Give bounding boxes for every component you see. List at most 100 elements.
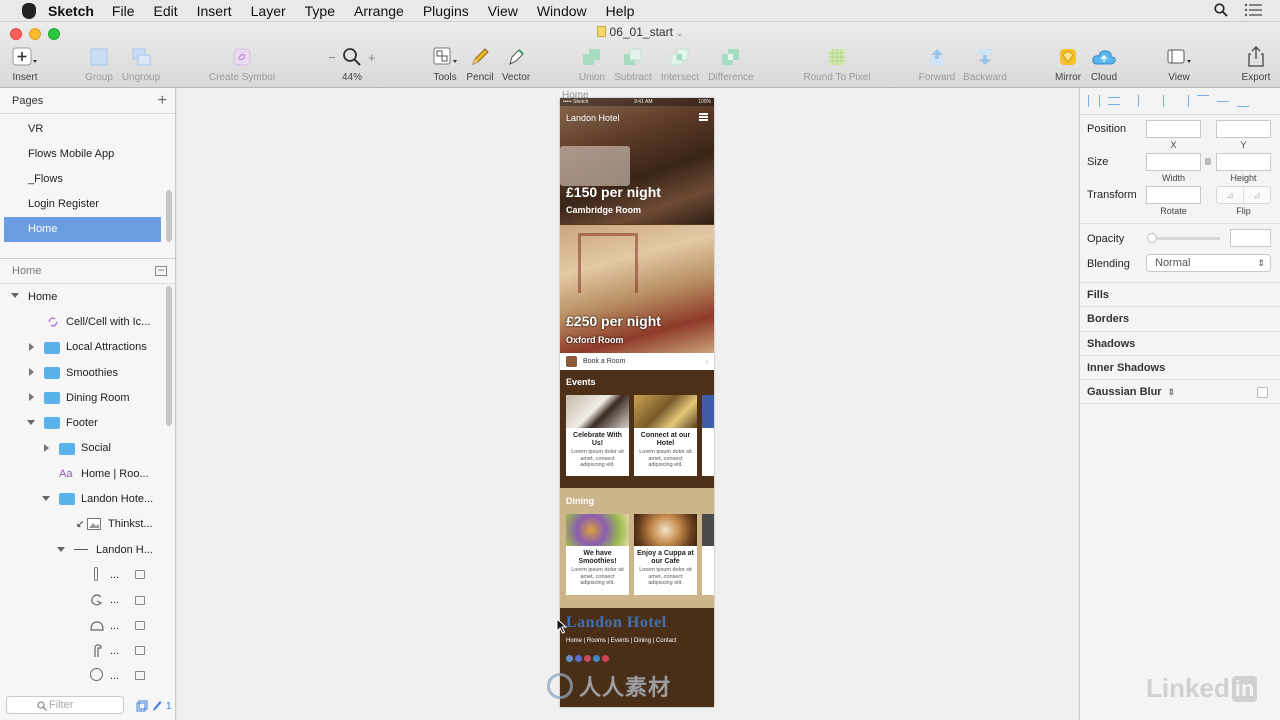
event-card[interactable]: Celebrate With Us! Lorem ipsum dolor sit… — [566, 395, 629, 476]
layer-row-local-attractions[interactable]: Local Attractions — [0, 335, 161, 360]
insert-button[interactable]: Insert — [8, 46, 42, 83]
apple-icon[interactable] — [22, 2, 36, 19]
borders-section[interactable]: Borders — [1080, 306, 1280, 331]
menu-type[interactable]: Type — [305, 3, 335, 19]
flip-vertical-icon[interactable]: ⊿ — [1244, 187, 1270, 203]
lock-ratio-icon[interactable] — [1205, 158, 1211, 165]
cloud-button[interactable]: Cloud — [1089, 46, 1119, 83]
layer-row-shape-1[interactable]: ... — [0, 562, 161, 587]
blur-enable-checkbox[interactable] — [1257, 387, 1268, 398]
social-icon-3[interactable] — [584, 655, 591, 662]
page-item-flows-mobile-app[interactable]: Flows Mobile App — [0, 142, 161, 167]
menu-insert[interactable]: Insert — [197, 3, 232, 19]
blending-select[interactable]: Normal ⇕ — [1146, 254, 1271, 272]
layers-scrollbar[interactable] — [166, 286, 172, 426]
align-middle-icon[interactable] — [1217, 100, 1229, 102]
layer-row-shape-5[interactable]: ... — [0, 663, 161, 688]
layer-link-icon[interactable] — [135, 671, 145, 681]
disclosure-closed-icon[interactable] — [29, 367, 34, 376]
layer-row-footer[interactable]: Footer — [0, 410, 161, 435]
menu-help[interactable]: Help — [606, 3, 635, 19]
page-item-flows[interactable]: _Flows — [0, 167, 161, 192]
menu-plugins[interactable]: Plugins — [423, 3, 469, 19]
menu-app-sketch[interactable]: Sketch — [48, 3, 94, 19]
layer-filter-field[interactable]: Filter — [6, 696, 124, 714]
blur-type-stepper-icon[interactable]: ⇕ — [1168, 387, 1176, 397]
width-field[interactable] — [1146, 153, 1201, 171]
layer-row-shape-3[interactable]: ... — [0, 613, 161, 638]
dining-card[interactable]: We have Smoothies! Lorem ipsum dolor sit… — [566, 514, 629, 595]
export-button[interactable]: Export — [1240, 46, 1272, 83]
layer-link-icon[interactable] — [135, 646, 145, 656]
layer-row-home[interactable]: Home — [0, 284, 161, 309]
opacity-field[interactable] — [1230, 229, 1271, 247]
dining-card-partial[interactable] — [702, 514, 714, 595]
disclosure-open-icon[interactable] — [42, 496, 50, 502]
intersect-button[interactable]: Intersect — [658, 46, 702, 83]
document-title[interactable]: 06_01_start ⌄ — [0, 25, 1280, 39]
social-icon-4[interactable] — [593, 655, 600, 662]
fills-section[interactable]: Fills — [1080, 282, 1280, 307]
group-button[interactable]: Group — [84, 46, 114, 83]
hamburger-menu-icon[interactable] — [699, 113, 708, 121]
spotlight-search-icon[interactable] — [1214, 3, 1228, 17]
layer-link-icon[interactable] — [135, 595, 145, 605]
page-item-vr[interactable]: VR — [0, 117, 161, 142]
menu-edit[interactable]: Edit — [153, 3, 177, 19]
union-button[interactable]: Union — [576, 46, 608, 83]
mirror-button[interactable]: Mirror — [1053, 46, 1083, 83]
disclosure-closed-icon[interactable] — [29, 342, 34, 351]
collapse-layers-icon[interactable] — [155, 266, 167, 276]
align-left-icon[interactable] — [1138, 95, 1150, 107]
rotate-field[interactable] — [1146, 186, 1201, 204]
layer-row-social[interactable]: Social — [0, 436, 161, 461]
room-card-oxford[interactable]: £250 per night Oxford Room — [560, 225, 714, 353]
opacity-slider[interactable] — [1147, 233, 1220, 243]
align-center-icon[interactable] — [1163, 95, 1164, 107]
zoom-control[interactable]: − + 44% — [324, 46, 380, 83]
disclosure-closed-icon[interactable] — [44, 443, 49, 452]
pencil-button[interactable]: Pencil — [466, 46, 494, 83]
book-room-cell[interactable]: Book a Room › — [560, 353, 714, 370]
layer-row-dining-room[interactable]: Dining Room — [0, 385, 161, 410]
disclosure-open-icon[interactable] — [57, 546, 65, 552]
menu-file[interactable]: File — [112, 3, 135, 19]
distribute-vertical-icon[interactable] — [1108, 97, 1120, 105]
difference-button[interactable]: Difference — [705, 46, 757, 83]
forward-button[interactable]: Forward — [916, 46, 958, 83]
event-card-partial[interactable] — [702, 395, 714, 476]
position-x-field[interactable] — [1146, 120, 1201, 138]
shadows-section[interactable]: Shadows — [1080, 331, 1280, 356]
room-card-cambridge[interactable]: ••••• Sketch 9:41 AM 100% Landon Hotel £… — [560, 98, 714, 224]
layer-row-shape-2[interactable]: ... — [0, 588, 161, 613]
dining-card[interactable]: Enjoy a Cuppa at our Cafe Lorem ipsum do… — [634, 514, 697, 595]
add-page-icon[interactable]: + — [158, 92, 167, 110]
flip-horizontal-icon[interactable]: ⊿ — [1217, 187, 1244, 203]
filter-symbols-icon[interactable] — [136, 700, 148, 712]
opacity-slider-knob[interactable] — [1147, 233, 1157, 243]
home-artboard[interactable]: ••••• Sketch 9:41 AM 100% Landon Hotel £… — [560, 98, 714, 707]
notification-center-icon[interactable] — [1244, 3, 1262, 17]
disclosure-closed-icon[interactable] — [29, 393, 34, 402]
subtract-button[interactable]: Subtract — [612, 46, 654, 83]
social-icon-5[interactable] — [602, 655, 609, 662]
layer-row-cell-with-icon[interactable]: Cell/Cell with Ic... — [0, 309, 161, 334]
menu-window[interactable]: Window — [537, 3, 587, 19]
tools-button[interactable]: Tools — [430, 46, 460, 83]
layer-link-icon[interactable] — [135, 570, 145, 580]
layer-row-smoothies[interactable]: Smoothies — [0, 360, 161, 385]
filter-options[interactable]: 1 — [136, 700, 172, 712]
social-icon-1[interactable] — [566, 655, 573, 662]
layer-row-landon-hotel-line[interactable]: Landon H... — [0, 537, 161, 562]
zoom-out-button[interactable]: − — [328, 50, 336, 65]
align-bottom-icon[interactable] — [1237, 95, 1249, 107]
social-icon-2[interactable] — [575, 655, 582, 662]
backward-button[interactable]: Backward — [960, 46, 1010, 83]
flip-buttons[interactable]: ⊿ ⊿ — [1216, 186, 1271, 204]
page-item-login-register[interactable]: Login Register — [0, 192, 161, 217]
pages-scrollbar[interactable] — [166, 190, 172, 242]
layer-row-footer-nav-text[interactable]: Aa Home | Roo... — [0, 461, 161, 486]
position-y-field[interactable] — [1216, 120, 1271, 138]
align-right-icon[interactable] — [1177, 95, 1189, 107]
menu-layer[interactable]: Layer — [251, 3, 286, 19]
